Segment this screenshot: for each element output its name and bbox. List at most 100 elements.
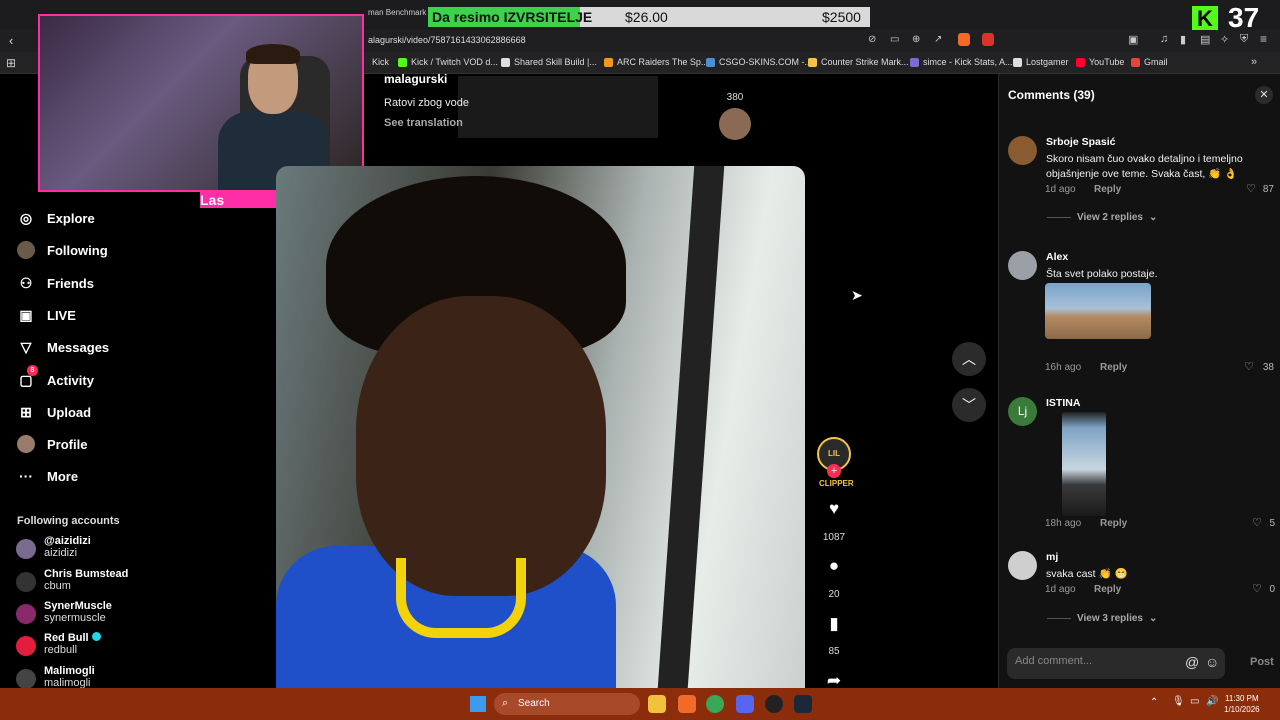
steam-icon[interactable] — [794, 695, 812, 713]
brave-rewards-icon[interactable] — [982, 33, 994, 46]
back-arrow-icon[interactable]: ‹ — [9, 33, 13, 48]
following-account[interactable]: SynerMuscle synermuscle — [16, 600, 112, 624]
following-account[interactable]: @aizidizi aizidizi — [16, 535, 91, 559]
network-icon[interactable]: ▭ — [1190, 696, 1199, 707]
music-icon[interactable]: ♫ — [1160, 33, 1168, 45]
chrome-icon[interactable] — [706, 695, 724, 713]
comment-bubble-icon[interactable]: ● — [822, 556, 846, 578]
kick-logo-icon: K — [1192, 6, 1218, 32]
taskbar-search[interactable]: ⌕ Search — [494, 693, 640, 715]
sidebar-toggle-icon[interactable]: ▣ — [1128, 33, 1138, 46]
avatar — [16, 572, 36, 592]
comment-input[interactable] — [1015, 655, 1175, 667]
like-heart-icon[interactable]: ♥ — [822, 499, 846, 521]
sidebar-item-explore[interactable]: ◎ Explore — [17, 209, 95, 227]
chevron-down-icon: ⌄ — [1148, 613, 1158, 624]
comment-image[interactable] — [1062, 412, 1106, 516]
file-explorer-icon[interactable] — [648, 695, 666, 713]
microphone-icon[interactable]: 🎙 — [1172, 696, 1185, 707]
previous-creator-avatar[interactable] — [719, 108, 751, 140]
avatar[interactable] — [1008, 251, 1037, 280]
url-text[interactable]: alagurski/video/7587161433062886668 — [368, 35, 526, 45]
view-replies-button[interactable]: View 3 replies ⌄ — [1047, 613, 1157, 624]
more-icon: ··· — [19, 468, 33, 484]
upload-icon: ⊞ — [20, 404, 32, 420]
close-icon[interactable]: ✕ — [1255, 86, 1273, 104]
banner-amount-goal: $2500 — [822, 9, 861, 25]
screen-icon[interactable]: ▭ — [890, 34, 899, 45]
bookmark-item[interactable]: Kick — [372, 57, 389, 67]
no-translate-icon[interactable]: ⊘ — [868, 34, 876, 45]
emoji-icon[interactable]: ☺ — [1205, 654, 1219, 670]
bookmark-icon[interactable]: ▮ — [822, 614, 846, 636]
sidebar-item-following[interactable]: Following — [17, 241, 108, 259]
avatar — [16, 669, 36, 689]
sidebar-item-more[interactable]: ··· More — [17, 467, 78, 485]
comment-count: 20 — [828, 589, 840, 600]
sidebar-item-upload[interactable]: ⊞ Upload — [17, 403, 91, 421]
comment-image[interactable] — [1045, 283, 1151, 339]
bookmark-item[interactable]: Kick / Twitch VOD d... — [398, 57, 498, 67]
bookmark-item[interactable]: CSGO-SKINS.COM -... — [706, 57, 812, 67]
tab-title[interactable]: man Benchmark — [368, 8, 426, 17]
system-clock[interactable]: 11:30 PM 1/10/2026 — [1224, 693, 1260, 715]
zoom-icon[interactable]: ⊕ — [912, 34, 920, 45]
sidebar-item-messages[interactable]: ▽ Messages — [17, 338, 110, 356]
post-button[interactable]: Post — [1250, 656, 1274, 668]
banner-amount-current: $26.00 — [625, 9, 668, 25]
brave-shield-icon[interactable] — [958, 33, 970, 46]
obs-icon[interactable] — [765, 695, 783, 713]
reply-button[interactable]: Reply — [1094, 584, 1121, 595]
following-account[interactable]: Red Bull redbull — [16, 632, 101, 656]
brave-browser-icon[interactable] — [678, 695, 696, 713]
comment-likes: 38 — [1262, 362, 1274, 373]
menu-icon[interactable]: ≡ — [1260, 32, 1267, 46]
reply-button[interactable]: Reply — [1094, 184, 1121, 195]
apps-grid-icon[interactable]: ⊞ — [6, 56, 16, 70]
bookmark-item[interactable]: Gmail — [1131, 57, 1168, 67]
comment-likes: 0 — [1269, 584, 1275, 595]
ai-icon[interactable]: ✧ — [1220, 33, 1229, 46]
see-translation-link[interactable]: See translation — [384, 117, 463, 129]
follow-plus-icon[interactable]: + — [827, 464, 841, 478]
bookmark-item[interactable]: simce - Kick Stats, A... — [910, 57, 1013, 67]
windows-start-icon[interactable] — [470, 696, 486, 712]
bookmark-item[interactable]: YouTube — [1076, 57, 1124, 67]
reply-button[interactable]: Reply — [1100, 362, 1127, 373]
volume-icon[interactable]: 🔊 — [1206, 696, 1218, 707]
avatar[interactable] — [1008, 551, 1037, 580]
previous-post-author[interactable]: malagurski — [384, 72, 447, 86]
avatar[interactable]: Lj — [1008, 397, 1037, 426]
live-icon: ▣ — [19, 307, 33, 323]
bookmark-item[interactable]: ARC Raiders The Sp... — [604, 57, 708, 67]
chevron-down-icon[interactable]: ﹀ — [952, 388, 986, 422]
avatar — [16, 636, 36, 656]
mention-icon[interactable]: @ — [1185, 654, 1199, 670]
verified-icon — [91, 632, 101, 641]
sidebar-item-live[interactable]: ▣ LIVE — [17, 306, 76, 324]
view-replies-button[interactable]: View 2 replies ⌄ — [1047, 212, 1157, 223]
more-bookmarks-icon[interactable]: » — [1251, 56, 1257, 68]
reply-button[interactable]: Reply — [1100, 518, 1127, 529]
share-icon[interactable]: ↗ — [934, 34, 942, 45]
messages-icon: ▽ — [20, 339, 32, 355]
sidebar-item-profile[interactable]: Profile — [17, 435, 87, 453]
previous-video-thumbnail[interactable] — [458, 76, 658, 138]
bookmark-item[interactable]: Counter Strike Mark... — [808, 57, 909, 67]
sidebar-item-friends[interactable]: ⚇ Friends — [17, 274, 94, 292]
reader-icon[interactable]: ▮ — [1180, 33, 1186, 46]
discord-icon[interactable] — [736, 695, 754, 713]
wallet-icon[interactable]: ▤ — [1200, 33, 1210, 46]
following-account[interactable]: Chris Bumstead cbum — [16, 568, 128, 592]
following-avatar-icon — [17, 241, 35, 259]
video-player[interactable] — [276, 166, 805, 688]
vpn-icon[interactable]: ⛨ — [1240, 33, 1248, 46]
chevron-up-icon[interactable]: ︿ — [952, 342, 986, 376]
following-account[interactable]: Malimogli malimogli — [16, 665, 95, 689]
avatar[interactable] — [1008, 136, 1037, 165]
banner-text: Da resimo IZVRSITELJE — [432, 9, 593, 25]
sidebar-item-activity[interactable]: ▢ 8 Activity — [17, 365, 94, 389]
tray-chevron-up-icon[interactable]: ⌃ — [1150, 697, 1158, 708]
bookmark-item[interactable]: Lostgamer — [1013, 57, 1069, 67]
bookmark-item[interactable]: Shared Skill Build |... — [501, 57, 597, 67]
